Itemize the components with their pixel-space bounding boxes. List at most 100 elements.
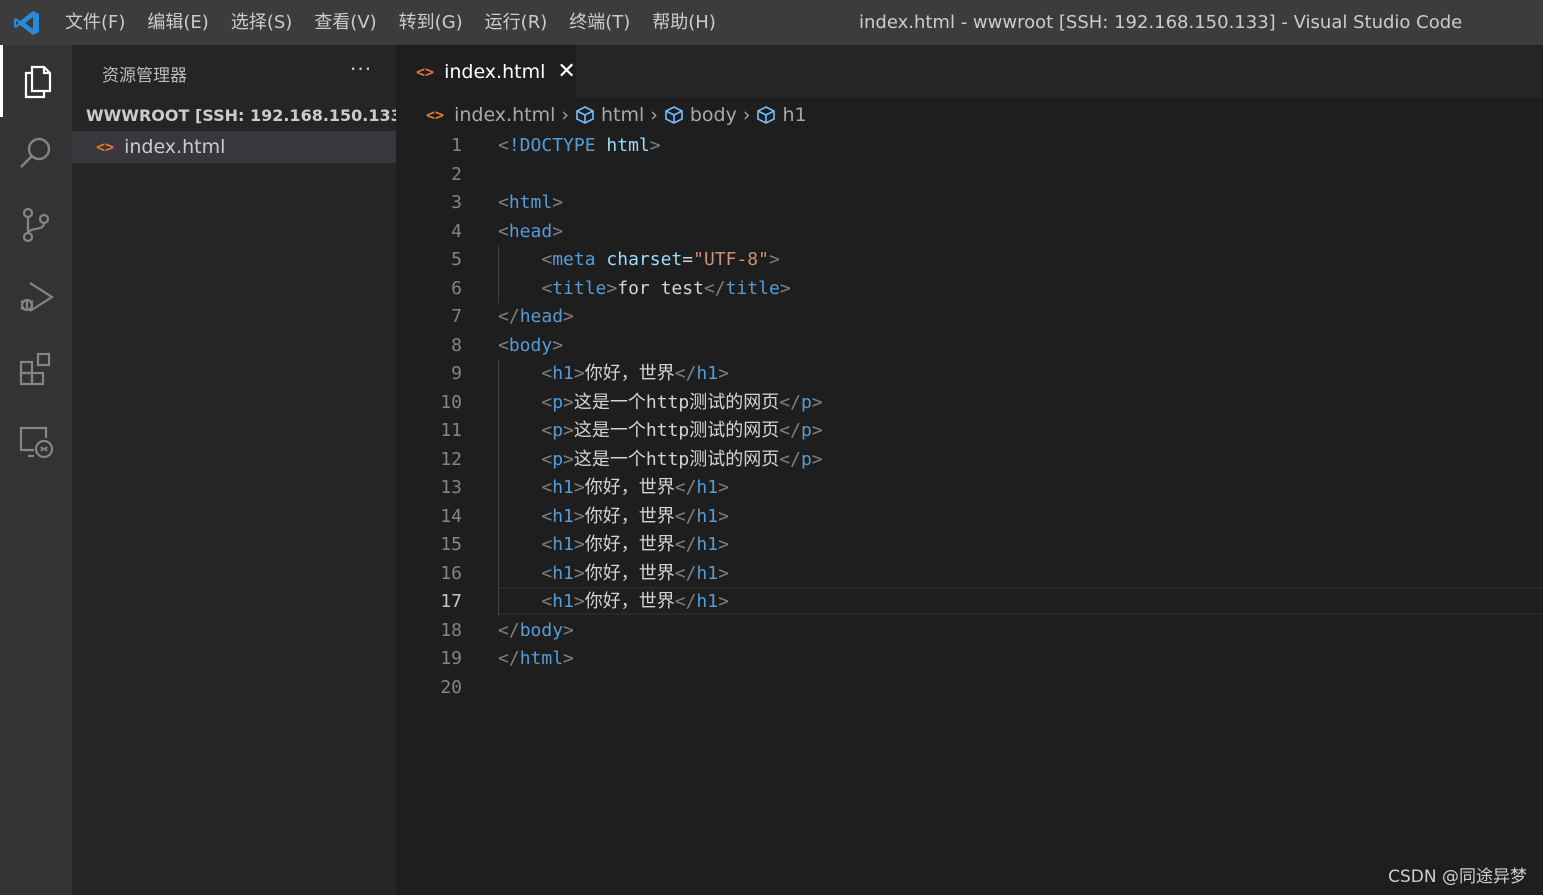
code-line[interactable]: <p>这是一个http测试的网页</p>: [498, 446, 822, 475]
menu-terminal[interactable]: 终端(T): [558, 0, 641, 45]
activity-run-debug[interactable]: [0, 261, 72, 333]
line-number: 7: [451, 306, 462, 327]
code-token-text: 你好，世界: [584, 477, 675, 498]
code-token-punct: </: [498, 648, 520, 669]
code-token-tag: h1: [552, 363, 574, 384]
folder-header[interactable]: WWWROOT [SSH: 192.168.150.133]: [72, 99, 409, 131]
breadcrumb-body[interactable]: body: [664, 104, 737, 126]
code-editor[interactable]: 1 2 3 4 5 6 7 8 9 10 11 12 13 14 15 16 17 18 19 20 <!DOCTYP…: [396, 132, 1543, 895]
line-number: 13: [440, 477, 462, 498]
tab-index-html[interactable]: <> index.html ✕: [396, 45, 576, 98]
code-line[interactable]: <html>: [498, 189, 563, 218]
vscode-logo-icon[interactable]: [12, 8, 42, 38]
code-token-tag: body: [519, 619, 564, 641]
code-token-punct: </: [674, 477, 697, 498]
code-token-punct: </: [674, 534, 697, 555]
code-token-punct: <: [498, 220, 509, 242]
file-item-index-html[interactable]: <> index.html: [72, 131, 396, 163]
code-token-punct: >: [552, 220, 564, 242]
search-icon: [20, 137, 51, 168]
code-token-punct: <: [498, 192, 509, 213]
activity-explorer[interactable]: [0, 45, 72, 117]
code-token-tag: p: [552, 391, 564, 413]
more-actions-button[interactable]: ···: [350, 57, 372, 81]
menu-help[interactable]: 帮助(H): [641, 0, 727, 45]
menu-selection[interactable]: 选择(S): [220, 0, 303, 45]
code-token-punct: >: [563, 306, 574, 327]
menu-file[interactable]: 文件(F): [54, 0, 136, 45]
code-token-punct: <: [541, 277, 553, 299]
code-token-tag: p: [552, 448, 564, 470]
run-debug-icon: [20, 282, 55, 312]
menu-view[interactable]: 查看(V): [303, 0, 387, 45]
code-line[interactable]: <p>这是一个http测试的网页</p>: [498, 389, 823, 418]
code-token-punct: >: [649, 135, 661, 156]
code-token-punct: <: [541, 249, 553, 270]
breadcrumb-separator-icon: ›: [742, 104, 751, 126]
code-token-punct: <: [541, 448, 553, 470]
code-token-punct: >: [718, 534, 729, 555]
code-token-text: for test: [617, 277, 704, 299]
line-number: 14: [440, 505, 462, 527]
code-line[interactable]: <h1>你好，世界</h1>: [498, 531, 729, 560]
activity-source-control[interactable]: [0, 189, 72, 261]
code-line[interactable]: </body>: [498, 617, 574, 646]
menu-edit[interactable]: 编辑(E): [136, 0, 219, 45]
activity-search[interactable]: [0, 117, 72, 189]
code-token-punct: </: [779, 391, 801, 413]
code-line[interactable]: </html>: [498, 645, 574, 674]
code-line[interactable]: <title>for test</title>: [498, 275, 791, 304]
code-token-punct: <: [541, 363, 553, 384]
code-line[interactable]: <head>: [498, 218, 563, 247]
code-line[interactable]: <h1>你好，世界</h1>: [498, 588, 729, 617]
code-token-punct: </: [779, 420, 801, 441]
code-line[interactable]: <!DOCTYPE html>: [498, 132, 661, 161]
breadcrumb-body-label: body: [689, 104, 737, 126]
code-line[interactable]: <h1>你好，世界</h1>: [498, 474, 729, 503]
activity-remote-explorer[interactable]: [0, 405, 72, 477]
code-token-punct: >: [779, 277, 791, 299]
code-line[interactable]: <p>这是一个http测试的网页</p>: [498, 417, 822, 446]
close-icon[interactable]: ✕: [557, 60, 575, 83]
menu-run[interactable]: 运行(R): [474, 0, 559, 45]
code-token-punct: >: [573, 477, 585, 498]
symbol-element-icon: [757, 106, 776, 124]
line-number: 9: [451, 363, 462, 384]
code-token-punct: >: [811, 391, 823, 413]
sidebar-header: 资源管理器 ···: [72, 45, 396, 99]
file-name: index.html: [124, 136, 226, 158]
breadcrumb-h1[interactable]: h1: [756, 104, 807, 126]
code-token-tag: p: [800, 420, 812, 441]
code-token-tag: h1: [552, 591, 574, 612]
code-token-text: 你好，世界: [584, 562, 675, 584]
code-line[interactable]: <h1>你好，世界</h1>: [498, 560, 729, 589]
code-token-punct: </: [674, 363, 697, 384]
line-number: 18: [440, 619, 462, 641]
code-token-punct: >: [573, 591, 585, 612]
folder-name: WWWROOT [SSH: 192.168.150.133]: [86, 105, 410, 125]
breadcrumb-file[interactable]: <> index.html: [426, 104, 555, 126]
window-title: index.html - wwwroot [SSH: 192.168.150.1…: [859, 12, 1463, 33]
code-line[interactable]: <body>: [498, 332, 563, 361]
code-line[interactable]: <h1>你好，世界</h1>: [498, 360, 729, 389]
code-line[interactable]: <meta charset="UTF-8">: [498, 246, 779, 275]
tab-bar: <> index.html ✕: [396, 45, 1543, 98]
code-token-text: 这是一个http测试的网页: [573, 391, 780, 413]
menu-bar: 文件(F) 编辑(E) 选择(S) 查看(V) 转到(G) 运行(R) 终端(T…: [54, 0, 727, 45]
line-number: 10: [440, 391, 462, 413]
code-token-punct: <: [541, 591, 553, 612]
code-line[interactable]: </head>: [498, 303, 574, 332]
breadcrumb-html[interactable]: html: [575, 104, 644, 126]
code-line[interactable]: <h1>你好，世界</h1>: [498, 503, 729, 532]
source-control-icon: [22, 207, 50, 243]
menu-go[interactable]: 转到(G): [388, 0, 474, 45]
line-number: 1: [451, 135, 462, 156]
activity-extensions[interactable]: [0, 333, 72, 405]
html-file-icon: <>: [426, 106, 445, 124]
line-number: 5: [451, 249, 462, 270]
